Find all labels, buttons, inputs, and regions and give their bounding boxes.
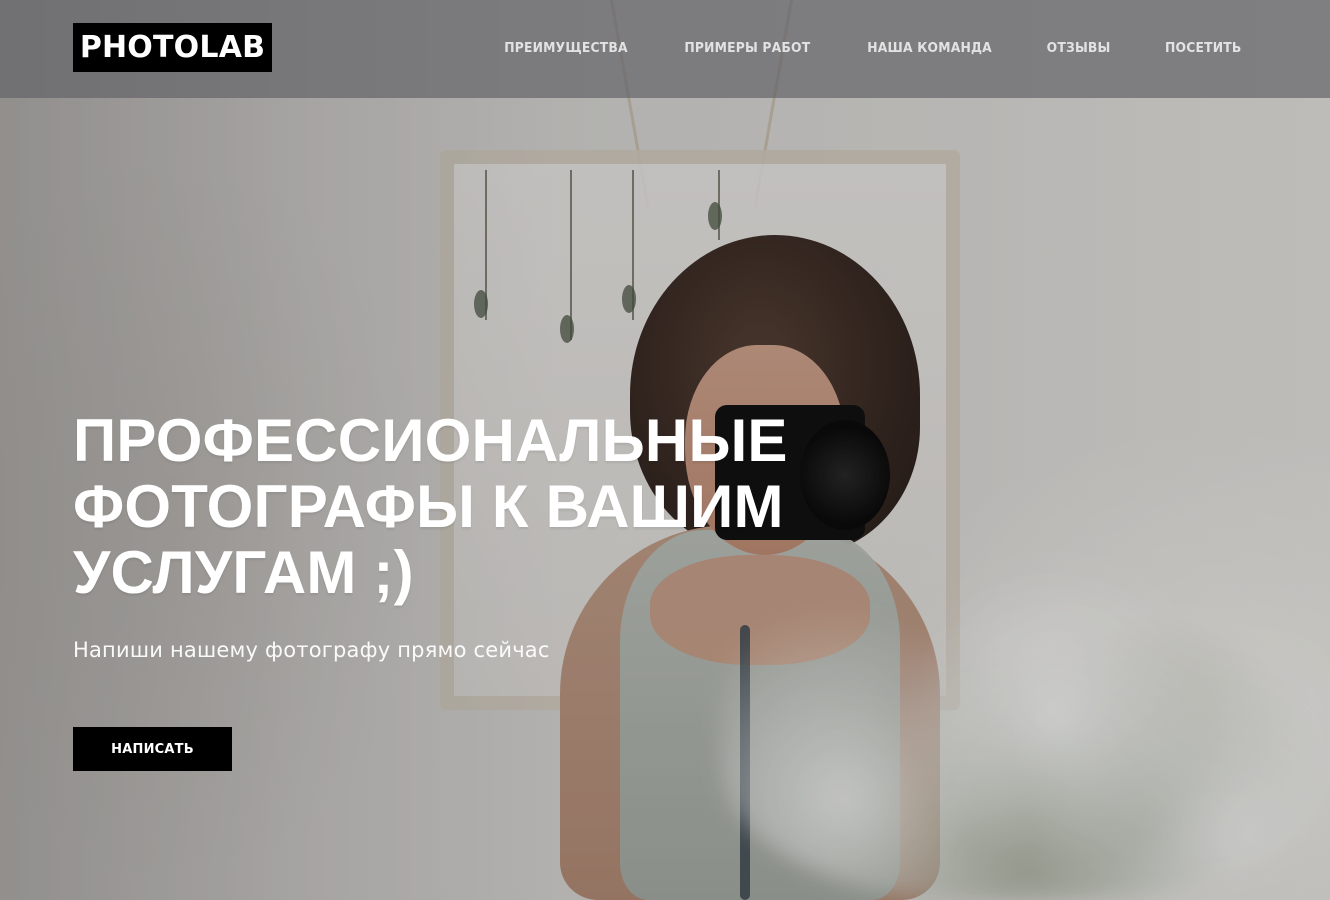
hero-title-line: ПРОФЕССИОНАЛЬНЫЕ [73, 407, 788, 474]
hero-section: ПРОФЕССИОНАЛЬНЫЕ ФОТОГРАФЫ К ВАШИМ УСЛУГ… [73, 0, 873, 900]
hero-title-line: ФОТОГРАФЫ К ВАШИМ [73, 473, 784, 540]
hero-title: ПРОФЕССИОНАЛЬНЫЕ ФОТОГРАФЫ К ВАШИМ УСЛУГ… [73, 408, 833, 606]
site-header: PHOTOLAB ПРЕИМУЩЕСТВА ПРИМЕРЫ РАБОТ НАША… [0, 0, 1330, 98]
main-navigation: ПРЕИМУЩЕСТВА ПРИМЕРЫ РАБОТ НАША КОМАНДА … [501, 35, 1243, 61]
write-button[interactable]: НАПИСАТЬ [73, 727, 232, 771]
landing-page: PHOTOLAB ПРЕИМУЩЕСТВА ПРИМЕРЫ РАБОТ НАША… [0, 0, 1330, 900]
nav-item-visit[interactable]: ПОСЕТИТЬ [1165, 41, 1241, 56]
logo[interactable]: PHOTOLAB [73, 23, 272, 72]
write-button-label: НАПИСАТЬ [111, 741, 194, 757]
hero-subtitle: Напиши нашему фотографу прямо сейчас [73, 638, 550, 662]
logo-text: PHOTOLAB [79, 30, 266, 65]
nav-item-portfolio[interactable]: ПРИМЕРЫ РАБОТ [685, 41, 811, 56]
nav-item-reviews[interactable]: ОТЗЫВЫ [1047, 41, 1111, 56]
hero-title-line: УСЛУГАМ ;) [73, 539, 414, 606]
nav-item-team[interactable]: НАША КОМАНДА [867, 41, 992, 56]
nav-item-advantages[interactable]: ПРЕИМУЩЕСТВА [505, 41, 629, 56]
